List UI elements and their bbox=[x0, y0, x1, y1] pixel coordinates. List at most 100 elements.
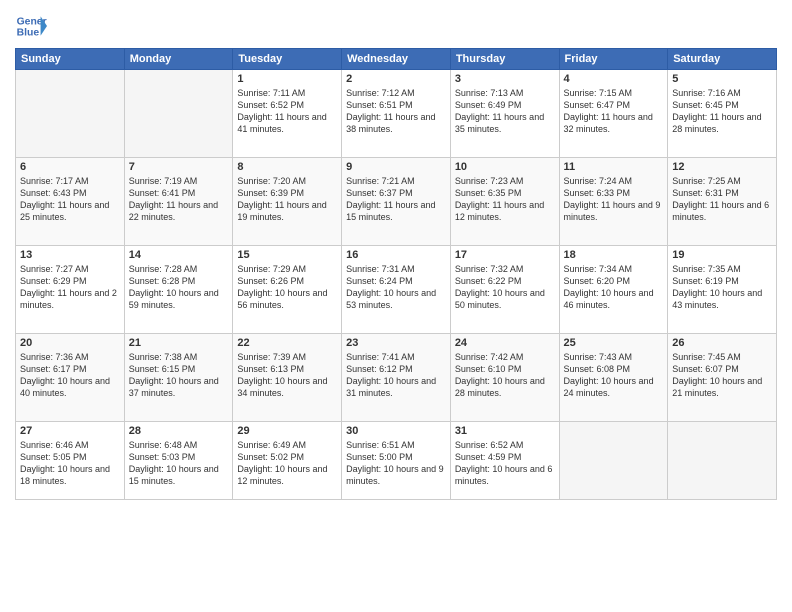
day-info: Sunrise: 7:45 AM Sunset: 6:07 PM Dayligh… bbox=[672, 351, 772, 400]
day-info: Sunrise: 7:35 AM Sunset: 6:19 PM Dayligh… bbox=[672, 263, 772, 312]
day-number: 24 bbox=[455, 337, 555, 349]
weekday-header-monday: Monday bbox=[124, 49, 233, 70]
day-info: Sunrise: 7:21 AM Sunset: 6:37 PM Dayligh… bbox=[346, 175, 446, 224]
calendar-cell: 2Sunrise: 7:12 AM Sunset: 6:51 PM Daylig… bbox=[342, 70, 451, 158]
calendar-cell: 28Sunrise: 6:48 AM Sunset: 5:03 PM Dayli… bbox=[124, 422, 233, 500]
header: General Blue bbox=[15, 10, 777, 42]
calendar-cell: 10 Sunrise: 7:23 AM Sunset: 6:35 PM Dayli… bbox=[450, 158, 559, 246]
day-number: 18 bbox=[564, 249, 664, 261]
day-info: Sunrise: 7:42 AM Sunset: 6:10 PM Dayligh… bbox=[455, 351, 555, 400]
calendar-cell: 11 Sunrise: 7:24 AM Sunset: 6:33 PM Dayli… bbox=[559, 158, 668, 246]
day-number: 11 bbox=[564, 161, 664, 173]
weekday-header-wednesday: Wednesday bbox=[342, 49, 451, 70]
day-number: 15 bbox=[237, 249, 337, 261]
calendar-cell: 7 Sunrise: 7:19 AM Sunset: 6:41 PM Daylig… bbox=[124, 158, 233, 246]
logo-icon: General Blue bbox=[15, 10, 47, 42]
day-number: 29 bbox=[237, 425, 337, 437]
day-number: 31 bbox=[455, 425, 555, 437]
day-number: 2 bbox=[346, 73, 446, 85]
calendar-cell: 30 Sunrise: 6:51 AM Sunset: 5:00 PM Dayli… bbox=[342, 422, 451, 500]
weekday-header-tuesday: Tuesday bbox=[233, 49, 342, 70]
calendar-cell: 6 Sunrise: 7:17 AM Sunset: 6:43 PM Daylig… bbox=[16, 158, 125, 246]
calendar-cell: 29 Sunrise: 6:49 AM Sunset: 5:02 PM Dayli… bbox=[233, 422, 342, 500]
day-number: 17 bbox=[455, 249, 555, 261]
day-info: Sunrise: 7:19 AM Sunset: 6:41 PM Dayligh… bbox=[129, 175, 229, 224]
calendar-cell: 19 Sunrise: 7:35 AM Sunset: 6:19 PM Dayli… bbox=[668, 246, 777, 334]
day-info: Sunrise: 7:20 AM Sunset: 6:39 PM Dayligh… bbox=[237, 175, 337, 224]
calendar-week-row: 13 Sunrise: 7:27 AM Sunset: 6:29 PM Dayli… bbox=[16, 246, 777, 334]
calendar-week-row: 27 Sunrise: 6:46 AM Sunset: 5:05 PM Dayli… bbox=[16, 422, 777, 500]
day-info: Sunrise: 7:13 AM Sunset: 6:49 PM Dayligh… bbox=[455, 87, 555, 136]
day-number: 22 bbox=[237, 337, 337, 349]
day-info: Sunrise: 7:25 AM Sunset: 6:31 PM Dayligh… bbox=[672, 175, 772, 224]
calendar-cell bbox=[16, 70, 125, 158]
day-number: 10 bbox=[455, 161, 555, 173]
day-info: Sunrise: 7:41 AM Sunset: 6:12 PM Dayligh… bbox=[346, 351, 446, 400]
day-number: 6 bbox=[20, 161, 120, 173]
calendar-cell: 1 Sunrise: 7:11 AM Sunset: 6:52 PM Daylig… bbox=[233, 70, 342, 158]
calendar-cell bbox=[124, 70, 233, 158]
page: General Blue SundayMondayTuesdayWednesda… bbox=[0, 0, 792, 612]
day-number: 21 bbox=[129, 337, 229, 349]
svg-text:Blue: Blue bbox=[17, 28, 40, 39]
day-number: 25 bbox=[564, 337, 664, 349]
calendar-cell: 24 Sunrise: 7:42 AM Sunset: 6:10 PM Dayli… bbox=[450, 334, 559, 422]
day-number: 4 bbox=[564, 73, 664, 85]
calendar-cell: 3 Sunrise: 7:13 AM Sunset: 6:49 PM Daylig… bbox=[450, 70, 559, 158]
day-number: 8 bbox=[237, 161, 337, 173]
day-info: Sunrise: 7:11 AM Sunset: 6:52 PM Dayligh… bbox=[237, 87, 337, 136]
calendar-cell: 25Sunrise: 7:43 AM Sunset: 6:08 PM Dayli… bbox=[559, 334, 668, 422]
day-info: Sunrise: 7:23 AM Sunset: 6:35 PM Dayligh… bbox=[455, 175, 555, 224]
day-number: 26 bbox=[672, 337, 772, 349]
day-number: 1 bbox=[237, 73, 337, 85]
calendar-cell: 15 Sunrise: 7:29 AM Sunset: 6:26 PM Dayli… bbox=[233, 246, 342, 334]
day-info: Sunrise: 7:34 AM Sunset: 6:20 PM Dayligh… bbox=[564, 263, 664, 312]
day-info: Sunrise: 6:51 AM Sunset: 5:00 PM Dayligh… bbox=[346, 439, 446, 488]
weekday-header-row: SundayMondayTuesdayWednesdayThursdayFrid… bbox=[16, 49, 777, 70]
weekday-header-friday: Friday bbox=[559, 49, 668, 70]
day-info: Sunrise: 6:52 AM Sunset: 4:59 PM Dayligh… bbox=[455, 439, 555, 488]
day-number: 20 bbox=[20, 337, 120, 349]
calendar-cell: 12Sunrise: 7:25 AM Sunset: 6:31 PM Dayli… bbox=[668, 158, 777, 246]
day-info: Sunrise: 6:46 AM Sunset: 5:05 PM Dayligh… bbox=[20, 439, 120, 488]
day-info: Sunrise: 6:49 AM Sunset: 5:02 PM Dayligh… bbox=[237, 439, 337, 488]
day-number: 3 bbox=[455, 73, 555, 85]
calendar-cell: 4 Sunrise: 7:15 AM Sunset: 6:47 PM Daylig… bbox=[559, 70, 668, 158]
day-number: 13 bbox=[20, 249, 120, 261]
calendar-cell: 8 Sunrise: 7:20 AM Sunset: 6:39 PM Daylig… bbox=[233, 158, 342, 246]
day-number: 16 bbox=[346, 249, 446, 261]
day-number: 30 bbox=[346, 425, 446, 437]
day-info: Sunrise: 7:27 AM Sunset: 6:29 PM Dayligh… bbox=[20, 263, 120, 312]
day-number: 5 bbox=[672, 73, 772, 85]
calendar-cell: 22Sunrise: 7:39 AM Sunset: 6:13 PM Dayli… bbox=[233, 334, 342, 422]
day-info: Sunrise: 7:38 AM Sunset: 6:15 PM Dayligh… bbox=[129, 351, 229, 400]
day-number: 19 bbox=[672, 249, 772, 261]
day-info: Sunrise: 6:48 AM Sunset: 5:03 PM Dayligh… bbox=[129, 439, 229, 488]
day-info: Sunrise: 7:32 AM Sunset: 6:22 PM Dayligh… bbox=[455, 263, 555, 312]
day-number: 27 bbox=[20, 425, 120, 437]
day-info: Sunrise: 7:16 AM Sunset: 6:45 PM Dayligh… bbox=[672, 87, 772, 136]
calendar-cell bbox=[668, 422, 777, 500]
day-info: Sunrise: 7:36 AM Sunset: 6:17 PM Dayligh… bbox=[20, 351, 120, 400]
calendar-cell: 9Sunrise: 7:21 AM Sunset: 6:37 PM Daylig… bbox=[342, 158, 451, 246]
calendar-cell: 26 Sunrise: 7:45 AM Sunset: 6:07 PM Dayli… bbox=[668, 334, 777, 422]
calendar-cell bbox=[559, 422, 668, 500]
day-number: 14 bbox=[129, 249, 229, 261]
weekday-header-thursday: Thursday bbox=[450, 49, 559, 70]
calendar-cell: 21 Sunrise: 7:38 AM Sunset: 6:15 PM Dayli… bbox=[124, 334, 233, 422]
calendar-week-row: 20 Sunrise: 7:36 AM Sunset: 6:17 PM Dayli… bbox=[16, 334, 777, 422]
calendar-cell: 18 Sunrise: 7:34 AM Sunset: 6:20 PM Dayli… bbox=[559, 246, 668, 334]
logo: General Blue bbox=[15, 10, 47, 42]
day-number: 7 bbox=[129, 161, 229, 173]
calendar-cell: 23Sunrise: 7:41 AM Sunset: 6:12 PM Dayli… bbox=[342, 334, 451, 422]
calendar-cell: 20 Sunrise: 7:36 AM Sunset: 6:17 PM Dayli… bbox=[16, 334, 125, 422]
day-info: Sunrise: 7:24 AM Sunset: 6:33 PM Dayligh… bbox=[564, 175, 664, 224]
day-info: Sunrise: 7:17 AM Sunset: 6:43 PM Dayligh… bbox=[20, 175, 120, 224]
day-info: Sunrise: 7:29 AM Sunset: 6:26 PM Dayligh… bbox=[237, 263, 337, 312]
day-info: Sunrise: 7:28 AM Sunset: 6:28 PM Dayligh… bbox=[129, 263, 229, 312]
calendar-table: SundayMondayTuesdayWednesdayThursdayFrid… bbox=[15, 48, 777, 500]
day-info: Sunrise: 7:15 AM Sunset: 6:47 PM Dayligh… bbox=[564, 87, 664, 136]
calendar-week-row: 1 Sunrise: 7:11 AM Sunset: 6:52 PM Daylig… bbox=[16, 70, 777, 158]
calendar-cell: 14 Sunrise: 7:28 AM Sunset: 6:28 PM Dayli… bbox=[124, 246, 233, 334]
calendar-cell: 31 Sunrise: 6:52 AM Sunset: 4:59 PM Dayli… bbox=[450, 422, 559, 500]
